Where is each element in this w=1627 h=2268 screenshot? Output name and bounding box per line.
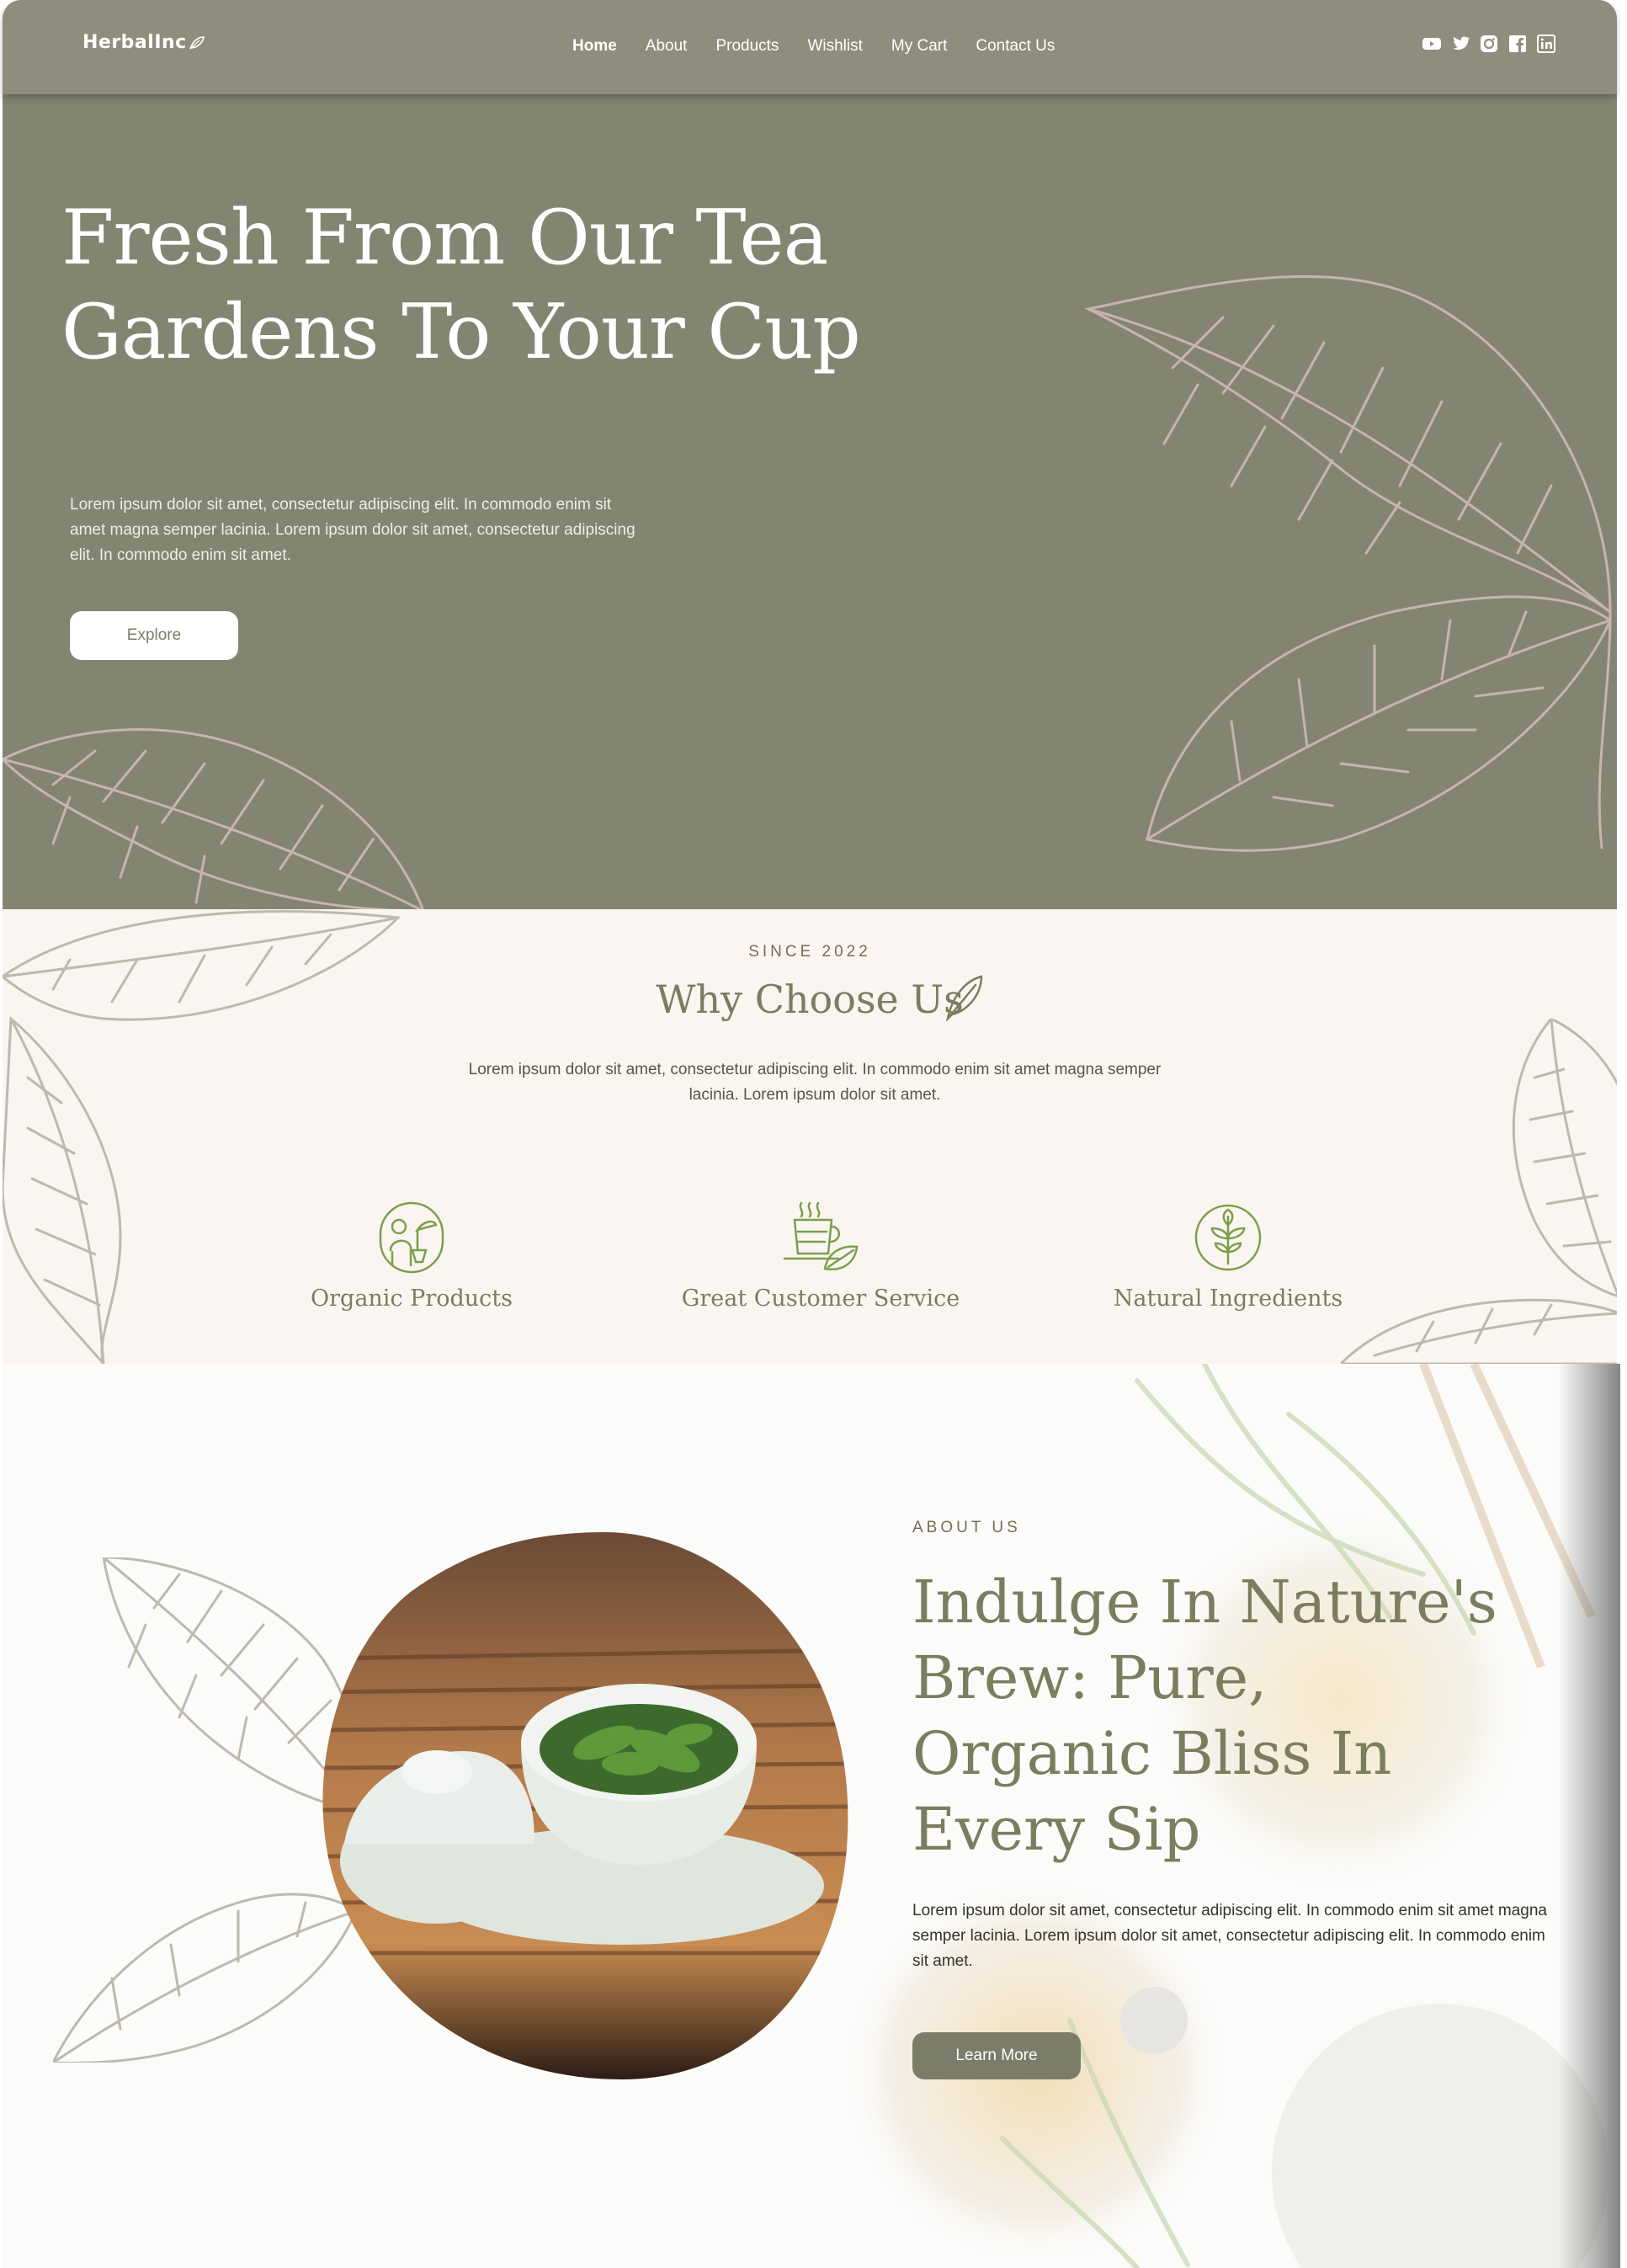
instagram-icon[interactable] [1479,34,1499,54]
nav-my-cart[interactable]: My Cart [891,37,948,56]
twitter-icon[interactable] [1450,34,1470,54]
about-eyebrow: ABOUT US [912,1519,1021,1536]
leaf-illustration-left [3,728,424,909]
youtube-icon[interactable] [1422,34,1442,54]
nav-products[interactable]: Products [715,37,779,56]
leaf-illustration-why-right [1341,1019,1617,1364]
nav-about[interactable]: About [646,37,688,56]
page-edge-shadow [1558,1364,1620,2268]
feature-label: Natural Ingredients [1113,1286,1343,1312]
about-description: Lorem ipsum dolor sit amet, consectetur … [912,1902,1547,1970]
hero-title: Fresh From Our Tea Gardens To Your Cup [61,194,861,376]
nav-wishlist[interactable]: Wishlist [807,37,862,56]
feature-label: Organic Products [311,1286,513,1312]
about-section: ABOUT US Indulge In Nature's Brew: Pure,… [3,1364,1620,2268]
social-links [1422,34,1556,54]
learn-more-button[interactable]: Learn More [912,2032,1081,2079]
linkedin-icon[interactable] [1536,34,1556,54]
brand-logo[interactable]: HerbalInc [82,32,205,53]
farmer-icon [379,1201,444,1274]
since-eyebrow: SINCE 2022 [748,943,871,961]
leaf-illustration-right [1084,274,1612,852]
leaf-logo-icon [189,35,205,50]
feature-label: Great Customer Service [681,1286,960,1312]
main-menu: Home About Products Wishlist My Cart Con… [572,37,1055,56]
feature-organic-products: Organic Products [260,1200,563,1312]
navbar: HerbalInc Home About Products Wishlist M… [3,0,1617,94]
nav-contact-us[interactable]: Contact Us [976,37,1055,56]
leaf-accent-icon [945,975,983,1022]
feature-customer-service: Great Customer Service [669,1200,972,1312]
feature-natural-ingredients: Natural Ingredients [1077,1200,1380,1312]
why-description: Lorem ipsum dolor sit amet, consectetur … [468,1061,1162,1104]
hero-description: Lorem ipsum dolor sit amet, consectetur … [70,496,635,564]
brand-name: HerbalInc [82,32,187,53]
page: HerbalInc Home About Products Wishlist M… [0,0,1620,2268]
explore-button[interactable]: Explore [70,611,238,660]
why-title: Why Choose Us [656,977,964,1022]
about-title: Indulge In Nature's Brew: Pure, Organic … [912,1568,1497,1864]
nav-home[interactable]: Home [572,37,617,56]
plant-icon [1194,1204,1262,1271]
hero-section: Fresh From Our Tea Gardens To Your Cup L… [3,94,1617,909]
tea-bowl-photo [322,1532,848,2079]
why-choose-us-section: SINCE 2022 Why Choose Us Lorem ipsum dol… [3,909,1617,1364]
tea-service-icon [783,1201,859,1271]
facebook-icon[interactable] [1507,34,1528,54]
